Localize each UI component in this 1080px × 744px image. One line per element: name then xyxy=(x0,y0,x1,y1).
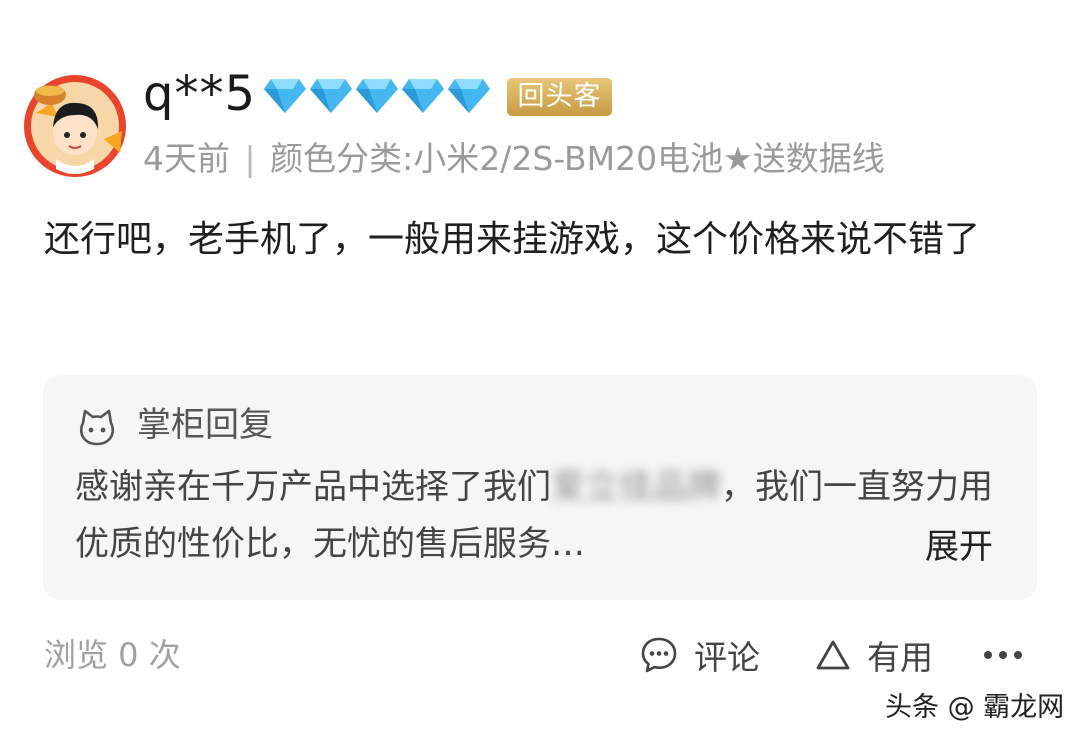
expand-button[interactable]: 展开 xyxy=(925,519,993,576)
user-avatar[interactable] xyxy=(22,73,128,179)
member-level xyxy=(263,75,491,117)
meta-separator: | xyxy=(244,139,256,178)
returning-customer-badge: 回头客 xyxy=(507,78,612,116)
diamond-icon xyxy=(310,79,352,113)
watermark: 头条 @ 霸龙网 xyxy=(885,692,1065,723)
comment-label: 评论 xyxy=(694,638,760,677)
useful-label: 有用 xyxy=(867,638,933,677)
review-time: 4天前 xyxy=(143,139,230,178)
review-meta: 4天前 | 颜色分类:小米2/2S-BM20电池★送数据线 xyxy=(143,136,885,182)
shopkeeper-cat-icon xyxy=(79,409,115,446)
seller-reply-title: 掌柜回复 xyxy=(137,405,273,445)
username: q**5 xyxy=(143,66,257,122)
diamond-icon xyxy=(356,79,398,113)
more-options-icon[interactable] xyxy=(983,648,1023,662)
diamond-icon xyxy=(402,79,444,113)
product-variant: 颜色分类:小米2/2S-BM20电池★送数据线 xyxy=(270,139,885,178)
review-content: 还行吧，老手机了，一般用来挂游戏，这个价格来说不错了 xyxy=(44,219,981,260)
comment-button[interactable]: 评论 xyxy=(640,632,760,678)
seller-reply-box: 掌柜回复 感谢亲在千万产品中选择了我们爱立佳品牌，我们一直努力用优质的性价比，无… xyxy=(43,375,1037,600)
view-count: 浏览 0 次 xyxy=(44,636,181,674)
useful-button[interactable]: 有用 xyxy=(815,632,933,678)
reply-text-part: 感谢亲在千万产品中选择了我们 xyxy=(75,467,551,507)
seller-reply-text: 感谢亲在千万产品中选择了我们爱立佳品牌，我们一直努力用优质的性价比，无忧的售后服… xyxy=(75,459,1005,573)
comment-icon xyxy=(641,637,677,673)
diamond-icon xyxy=(448,79,490,113)
thumbs-up-triangle-icon xyxy=(816,640,850,670)
diamond-icon xyxy=(264,79,306,113)
blurred-brand-name: 爱立佳品牌 xyxy=(551,467,721,507)
